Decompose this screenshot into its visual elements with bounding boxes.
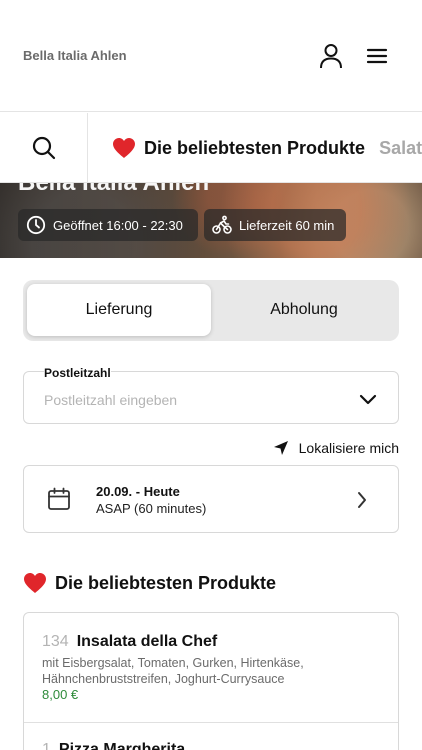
product-number: 1 bbox=[42, 741, 51, 750]
search-icon[interactable] bbox=[0, 113, 88, 182]
opening-hours-text: Geöffnet 16:00 - 22:30 bbox=[53, 217, 183, 233]
locate-me-link[interactable]: Lokalisiere mich bbox=[273, 440, 399, 456]
product-item[interactable]: 1 Pizza Margherita bbox=[24, 723, 398, 750]
hamburger-menu-icon[interactable] bbox=[364, 42, 390, 70]
delivery-option-button[interactable]: Lieferung bbox=[27, 284, 211, 336]
product-name: Insalata della Chef bbox=[76, 633, 218, 650]
opening-hours-badge: Geöffnet 16:00 - 22:30 bbox=[18, 209, 198, 241]
product-number: 134 bbox=[42, 633, 69, 650]
restaurant-name[interactable]: Bella Italia Ahlen bbox=[23, 48, 127, 63]
product-price: 8,00 € bbox=[42, 687, 79, 702]
chevron-down-icon[interactable] bbox=[358, 392, 378, 411]
order-mode-toggle: Lieferung Abholung bbox=[23, 280, 399, 341]
category-bar: Die beliebtesten Produkte Salat bbox=[0, 113, 422, 183]
tab-salat[interactable]: Salat bbox=[379, 138, 422, 159]
locate-me-label: Lokalisiere mich bbox=[298, 440, 399, 456]
calendar-icon bbox=[46, 486, 72, 517]
app-header: Bella Italia Ahlen bbox=[0, 0, 422, 112]
heart-icon bbox=[23, 572, 47, 594]
pickup-option-button[interactable]: Abholung bbox=[213, 284, 395, 336]
clock-icon bbox=[26, 215, 46, 235]
postal-code-input[interactable] bbox=[44, 392, 344, 408]
restaurant-hero-image: Bella Italia Ahlen Geöffnet 16:00 - 22:3… bbox=[0, 183, 422, 258]
product-list: 134 Insalata della Chef mit Eisbergsalat… bbox=[23, 612, 399, 750]
hero-restaurant-name: Bella Italia Ahlen bbox=[18, 183, 209, 197]
tab-popular-products-label: Die beliebtesten Produkte bbox=[144, 137, 366, 158]
delivery-time: ASAP (60 minutes) bbox=[96, 501, 207, 516]
chevron-right-icon bbox=[356, 490, 368, 515]
tab-popular-products[interactable]: Die beliebtesten Produkte bbox=[112, 137, 365, 159]
delivery-time-text: Lieferzeit 60 min bbox=[239, 217, 335, 233]
popular-products-heading: Die beliebtesten Produkte bbox=[23, 572, 276, 594]
delivery-time-badge: Lieferzeit 60 min bbox=[204, 209, 346, 241]
postal-code-field[interactable]: Postleitzahl bbox=[23, 366, 399, 424]
user-icon[interactable] bbox=[318, 42, 344, 70]
delivery-date-selector[interactable]: 20.09. - Heute ASAP (60 minutes) bbox=[23, 465, 399, 533]
category-tabs: Die beliebtesten Produkte Salat bbox=[112, 113, 422, 182]
product-description: mit Eisbergsalat, Tomaten, Gurken, Hirte… bbox=[42, 656, 304, 686]
popular-products-title: Die beliebtesten Produkte bbox=[55, 572, 277, 593]
bicycle-courier-icon bbox=[212, 215, 232, 234]
tab-salat-label: Salat bbox=[379, 137, 422, 158]
heart-icon bbox=[112, 137, 136, 159]
product-name: Pizza Margherita bbox=[58, 741, 186, 750]
delivery-date: 20.09. - Heute bbox=[96, 484, 180, 499]
location-arrow-icon bbox=[273, 441, 288, 455]
postal-code-label: Postleitzahl bbox=[44, 366, 111, 380]
product-item[interactable]: 134 Insalata della Chef mit Eisbergsalat… bbox=[24, 613, 398, 723]
